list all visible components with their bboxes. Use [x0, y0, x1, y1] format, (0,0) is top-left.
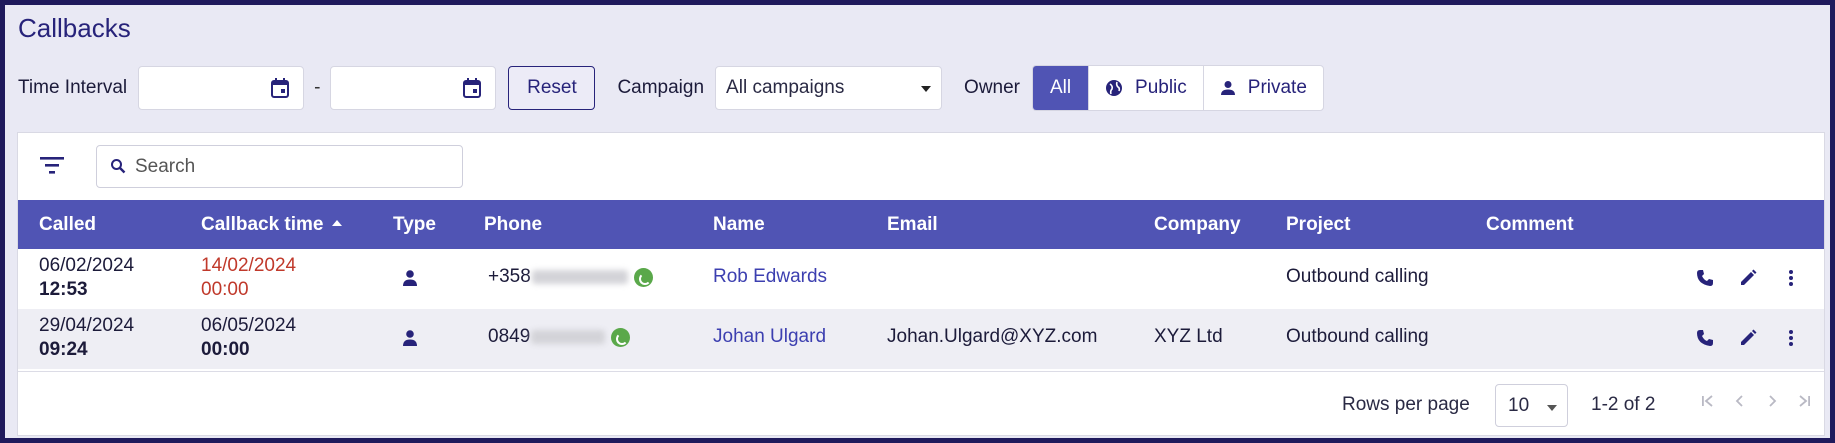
- email-cell: Johan.Ulgard@XYZ.com: [887, 326, 1098, 347]
- column-header-email[interactable]: Email: [887, 214, 938, 236]
- phone-icon[interactable]: [1693, 326, 1717, 350]
- rows-per-page-select[interactable]: 10: [1495, 384, 1568, 427]
- reset-button[interactable]: Reset: [508, 66, 596, 110]
- time-interval-label: Time Interval: [18, 77, 128, 98]
- column-header-company[interactable]: Company: [1154, 214, 1241, 236]
- table-row[interactable]: 29/04/2024 09:24 06/05/2024 00:00 0849 J…: [18, 309, 1824, 369]
- person-icon: [403, 270, 417, 286]
- phone-call-icon[interactable]: [633, 267, 653, 287]
- date-to-field[interactable]: [330, 66, 497, 110]
- project-cell: Outbound calling: [1286, 326, 1429, 347]
- owner-label: Owner: [964, 77, 1021, 98]
- filter-list-icon[interactable]: [38, 153, 66, 177]
- owner-public-label: Public: [1135, 77, 1187, 98]
- last-page-icon[interactable]: [1788, 394, 1820, 408]
- sort-ascending-icon: [331, 219, 342, 226]
- called-time: 09:24: [39, 339, 88, 360]
- project-cell: Outbound calling: [1286, 266, 1429, 287]
- callback-time-cell: 14/02/2024 00:00: [201, 254, 296, 302]
- column-header-callback-time[interactable]: Callback time: [201, 214, 342, 236]
- date-range-separator: -: [314, 77, 321, 98]
- phone-number: +358: [488, 266, 531, 287]
- phone-cell: 0849: [488, 326, 631, 348]
- table-row[interactable]: 06/02/2024 12:53 14/02/2024 00:00 +358 R…: [18, 249, 1824, 309]
- rows-per-page-value: 10: [1508, 395, 1530, 416]
- person-icon: [1220, 81, 1235, 95]
- callback-time-cell: 06/05/2024 00:00: [201, 314, 296, 362]
- callback-time: 00:00: [201, 339, 250, 360]
- previous-page-icon[interactable]: [1724, 394, 1756, 408]
- calendar-icon[interactable]: [271, 78, 290, 98]
- callback-time: 00:00: [201, 279, 249, 300]
- phone-redacted: [531, 270, 628, 284]
- callbacks-page: Callbacks Time Interval - Reset Campaign…: [5, 5, 1830, 438]
- called-cell: 06/02/2024 12:53: [39, 254, 134, 302]
- table-header: Called Callback time Type Phone Name Ema…: [18, 200, 1824, 249]
- campaign-selected-value: All campaigns: [726, 77, 845, 98]
- edit-icon[interactable]: [1736, 326, 1760, 350]
- called-date: 06/02/2024: [39, 255, 135, 276]
- phone-number: 0849: [488, 326, 531, 347]
- phone-cell: +358: [488, 266, 653, 288]
- column-header-comment[interactable]: Comment: [1486, 214, 1574, 236]
- callback-date: 06/05/2024: [201, 315, 297, 336]
- globe-icon: [1106, 80, 1123, 96]
- row-actions: [1693, 266, 1822, 290]
- more-vert-icon[interactable]: [1779, 266, 1803, 290]
- campaign-select[interactable]: All campaigns: [715, 66, 943, 110]
- company-cell: XYZ Ltd: [1154, 326, 1223, 347]
- first-page-icon[interactable]: [1692, 394, 1724, 408]
- rows-per-page-label: Rows per page: [1342, 394, 1470, 415]
- column-header-project[interactable]: Project: [1286, 214, 1350, 236]
- column-header-phone[interactable]: Phone: [484, 214, 542, 236]
- calendar-icon[interactable]: [463, 78, 482, 98]
- table-toolbar: [18, 133, 1824, 200]
- contact-name-link[interactable]: Johan Ulgard: [713, 326, 826, 348]
- filter-bar: Time Interval - Reset Campaign All campa…: [18, 63, 1324, 113]
- search-field[interactable]: [96, 145, 463, 188]
- called-date: 29/04/2024: [39, 315, 135, 336]
- next-page-icon[interactable]: [1756, 394, 1788, 408]
- column-header-called[interactable]: Called: [39, 214, 96, 236]
- column-header-type[interactable]: Type: [393, 214, 436, 236]
- pagination-controls: [1692, 394, 1820, 408]
- owner-private-button[interactable]: Private: [1204, 66, 1323, 110]
- edit-icon[interactable]: [1736, 266, 1760, 290]
- contact-name-link[interactable]: Rob Edwards: [713, 266, 827, 288]
- owner-private-label: Private: [1247, 77, 1307, 98]
- page-title: Callbacks: [18, 13, 131, 43]
- phone-icon[interactable]: [1693, 266, 1717, 290]
- phone-redacted: [531, 330, 606, 344]
- phone-call-icon[interactable]: [611, 327, 631, 347]
- person-icon: [403, 330, 417, 346]
- callbacks-table-panel: Called Callback time Type Phone Name Ema…: [17, 132, 1825, 436]
- chevron-down-icon: [921, 86, 932, 92]
- search-input[interactable]: [135, 152, 445, 182]
- search-icon: [111, 159, 126, 174]
- column-header-label: Callback time: [201, 214, 324, 235]
- row-actions: [1693, 326, 1822, 350]
- chevron-down-icon: [1547, 405, 1557, 411]
- owner-public-button[interactable]: Public: [1089, 66, 1204, 110]
- owner-all-button[interactable]: All: [1033, 66, 1090, 110]
- campaign-label: Campaign: [617, 77, 705, 98]
- more-vert-icon[interactable]: [1779, 326, 1803, 350]
- table-pagination: Rows per page 10 1-2 of 2: [18, 372, 1824, 437]
- callback-date: 14/02/2024: [201, 255, 297, 276]
- called-time: 12:53: [39, 279, 88, 300]
- date-from-field[interactable]: [138, 66, 305, 110]
- pagination-range: 1-2 of 2: [1591, 394, 1656, 415]
- column-header-name[interactable]: Name: [713, 214, 765, 236]
- called-cell: 29/04/2024 09:24: [39, 314, 134, 362]
- owner-toggle-group: All Public Private: [1032, 65, 1324, 111]
